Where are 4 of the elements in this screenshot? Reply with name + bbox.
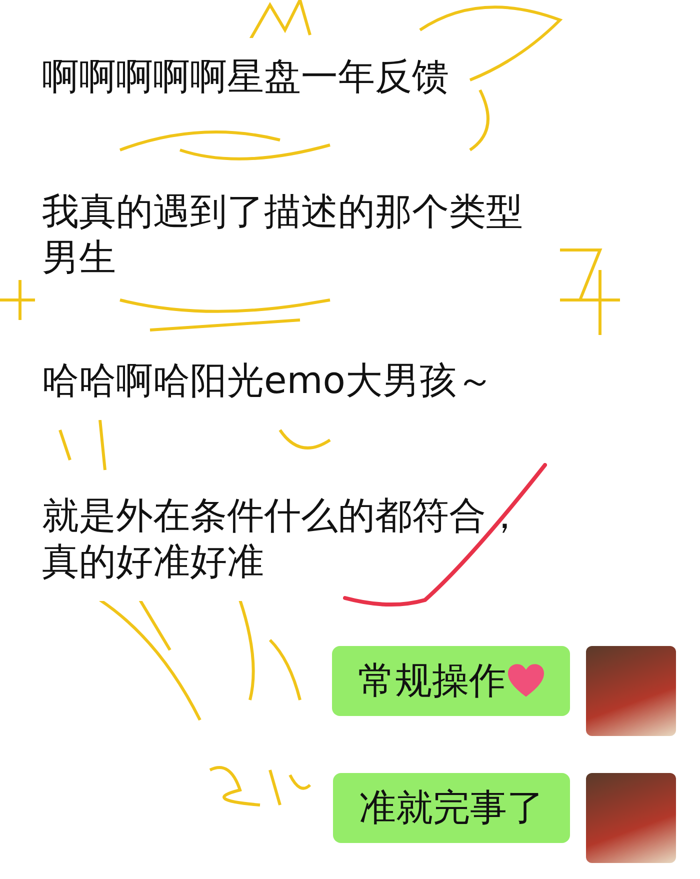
avatar-photo-placeholder[interactable]: [586, 773, 676, 863]
message-bubble: 常规操作: [332, 646, 570, 716]
message-bubble: 准就完事了: [333, 773, 570, 843]
avatar-photo-placeholder[interactable]: [586, 646, 676, 736]
